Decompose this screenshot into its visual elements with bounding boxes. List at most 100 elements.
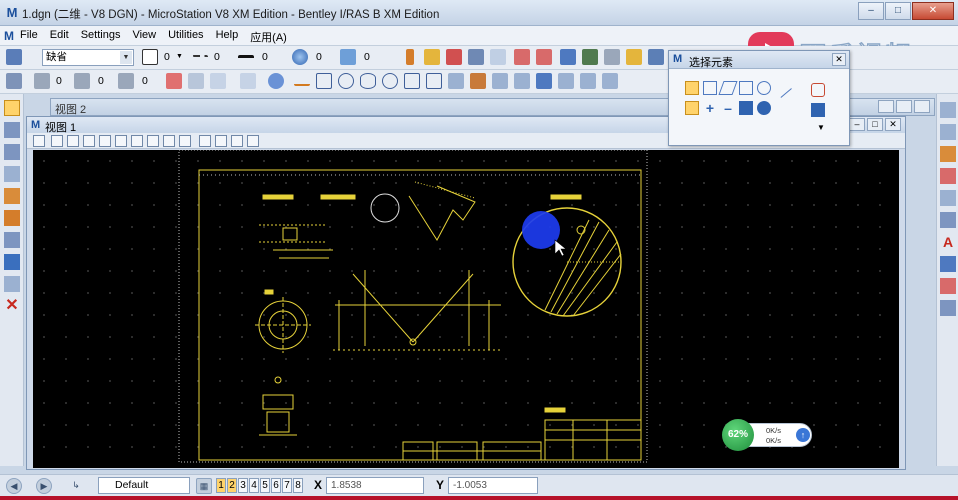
view-toggle-3[interactable]: 3	[238, 478, 248, 493]
place-smartline-icon[interactable]	[424, 49, 440, 65]
text-tool-icon[interactable]: A	[940, 234, 956, 250]
shape-select-icon[interactable]	[718, 81, 738, 95]
element-class-icon[interactable]	[292, 49, 308, 65]
forward-nav-icon[interactable]: ▶	[36, 478, 52, 494]
element-info-icon[interactable]	[6, 73, 22, 89]
fence-select-icon[interactable]	[739, 81, 753, 95]
delete-tool-icon[interactable]: ✕	[4, 298, 20, 314]
shape-icon[interactable]	[404, 73, 420, 89]
y-coordinate-field[interactable]: -1.0053	[448, 477, 538, 494]
menu-utilities[interactable]: Utilities	[162, 29, 209, 45]
view-1-maximize-button[interactable]: □	[867, 118, 883, 131]
cell-icon[interactable]	[648, 49, 664, 65]
dimension-icon[interactable]	[514, 49, 530, 65]
view-toggle-8[interactable]: 8	[293, 478, 303, 493]
add-selection-icon[interactable]: +	[703, 101, 717, 115]
tool-right-10-icon[interactable]	[940, 300, 956, 316]
update-view-icon[interactable]	[51, 135, 63, 147]
tool-right-6-icon[interactable]	[940, 212, 956, 228]
circle-select-icon[interactable]	[757, 81, 771, 95]
view-2-close-button[interactable]	[914, 100, 930, 113]
dash-icon[interactable]	[34, 73, 50, 89]
view-next-icon[interactable]	[179, 135, 191, 147]
fence-icon[interactable]	[604, 49, 620, 65]
color-swatch-icon[interactable]	[142, 49, 158, 65]
offset-icon[interactable]	[514, 73, 530, 89]
view-toggle-2[interactable]: 2	[227, 478, 237, 493]
weight-icon[interactable]	[118, 73, 134, 89]
fence-tool-icon[interactable]	[4, 122, 20, 138]
style-icon[interactable]	[74, 73, 90, 89]
camera-icon[interactable]	[231, 135, 243, 147]
view-toggle-5[interactable]: 5	[260, 478, 270, 493]
line-style-icon[interactable]	[192, 55, 208, 63]
line-weight-icon[interactable]	[238, 55, 254, 63]
individual-select-icon[interactable]	[685, 81, 699, 95]
network-speed-widget[interactable]: 62% 0K/s 0K/s ↑	[722, 419, 812, 451]
x-coordinate-field[interactable]: 1.8538	[326, 477, 424, 494]
pointer-select-icon[interactable]	[811, 103, 825, 117]
view-2-minimize-button[interactable]	[878, 100, 894, 113]
invert-selection-icon[interactable]	[739, 101, 753, 115]
back-nav-icon[interactable]: ◀	[6, 478, 22, 494]
measure-icon[interactable]	[626, 49, 642, 65]
tool-settings-icon[interactable]: ↳	[68, 478, 84, 494]
menu-help[interactable]: Help	[210, 29, 245, 45]
polyline-icon[interactable]	[316, 73, 332, 89]
hide-icon[interactable]	[166, 73, 182, 89]
menu-apps[interactable]: 应用(A)	[244, 29, 293, 45]
group-icon[interactable]	[4, 232, 20, 248]
template-icon[interactable]	[340, 49, 356, 65]
menu-settings[interactable]: Settings	[75, 29, 127, 45]
line-tool-icon[interactable]	[294, 76, 310, 86]
zoom-in-icon[interactable]	[67, 135, 79, 147]
element-select-icon[interactable]	[4, 144, 20, 160]
view-toggle-1[interactable]: 1	[216, 478, 226, 493]
rotate-icon[interactable]	[602, 73, 618, 89]
view-toggle-7[interactable]: 7	[282, 478, 292, 493]
tool-right-8-icon[interactable]	[940, 256, 956, 272]
active-level-combo[interactable]: 缺省 ▼	[42, 49, 134, 66]
circle-tool-icon[interactable]	[338, 73, 354, 89]
display-style-icon[interactable]	[199, 135, 211, 147]
window-area-icon[interactable]	[99, 135, 111, 147]
fillet-icon[interactable]	[448, 73, 464, 89]
fit-view-icon[interactable]	[115, 135, 127, 147]
view-toggle-4[interactable]: 4	[249, 478, 259, 493]
lock-icon[interactable]	[188, 73, 204, 89]
minimize-button[interactable]: –	[858, 2, 884, 20]
ellipse-icon[interactable]	[360, 73, 376, 89]
deselect-icon[interactable]	[811, 83, 825, 97]
level-manager-icon[interactable]	[6, 49, 22, 65]
tool-right-2-icon[interactable]	[940, 124, 956, 140]
modify-icon[interactable]	[582, 49, 598, 65]
tool-right-3-icon[interactable]	[940, 146, 956, 162]
manipulate-icon[interactable]	[560, 49, 576, 65]
tool-right-4-icon[interactable]	[940, 168, 956, 184]
view-group-icon[interactable]: ▦	[196, 478, 212, 494]
view-attributes-icon[interactable]	[33, 135, 45, 147]
scale-icon[interactable]	[580, 73, 596, 89]
view-toggle-6[interactable]: 6	[271, 478, 281, 493]
close-button[interactable]: ✕	[912, 2, 954, 20]
render-icon[interactable]	[247, 135, 259, 147]
view-previous-icon[interactable]	[163, 135, 175, 147]
rotate-view-icon[interactable]	[131, 135, 143, 147]
extend-icon[interactable]	[492, 73, 508, 89]
menu-file[interactable]: File	[14, 29, 44, 45]
tool-right-9-icon[interactable]	[940, 278, 956, 294]
dialog-close-button[interactable]: ✕	[832, 53, 846, 66]
block-select-icon[interactable]	[703, 81, 717, 95]
speed-boost-icon[interactable]: ↑	[796, 428, 810, 442]
clip-volume-icon[interactable]	[215, 135, 227, 147]
grid-icon[interactable]	[240, 73, 256, 89]
zoom-out-icon[interactable]	[83, 135, 95, 147]
new-selection-icon[interactable]	[685, 101, 699, 115]
tool-right-5-icon[interactable]	[940, 190, 956, 206]
curve-icon[interactable]	[426, 73, 442, 89]
arc-icon[interactable]	[382, 73, 398, 89]
move-icon[interactable]	[490, 49, 506, 65]
edit-icon[interactable]	[4, 210, 20, 226]
crop-icon[interactable]	[4, 276, 20, 292]
menu-view[interactable]: View	[126, 29, 162, 45]
